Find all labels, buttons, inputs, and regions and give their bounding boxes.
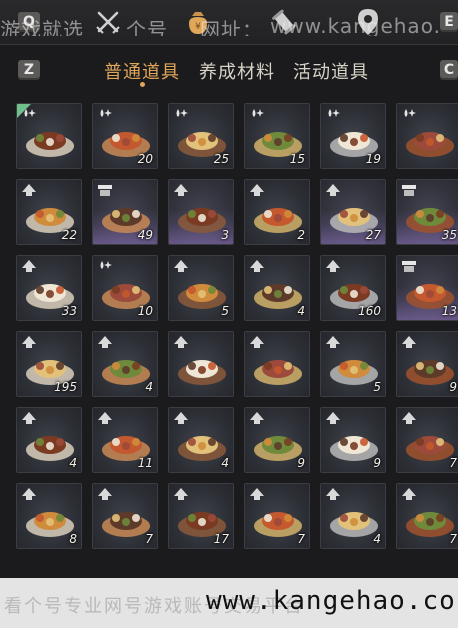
inventory-slot-clay-pot-stew[interactable]: 22 [16, 179, 82, 245]
item-count: 9 [297, 456, 305, 470]
inventory-slot-steamed-buns[interactable] [16, 103, 82, 169]
key-hint-e[interactable]: E [440, 12, 458, 32]
bottom-watermark-banner: 看个号专业网号游戏账号交易平台 www.kangehao.co [0, 578, 458, 628]
fried-balls-food-icon [254, 360, 302, 385]
item-count: 4 [221, 456, 229, 470]
active-tab-indicator [140, 82, 145, 87]
item-count: 49 [137, 228, 153, 242]
inventory-slot-fried-cakes[interactable]: 10 [92, 255, 158, 321]
inventory-slot-golden-bits[interactable]: 5 [168, 255, 234, 321]
item-count: 20 [137, 152, 153, 166]
inventory-slot-meatballs[interactable]: 33 [16, 255, 82, 321]
item-count: 27 [365, 228, 381, 242]
inventory-slot-stewed-pot[interactable]: 27 [320, 179, 386, 245]
inventory-slot-chili-soup[interactable]: 11 [92, 407, 158, 473]
inventory-slot-hot-pot[interactable]: 160 [320, 255, 386, 321]
item-count: 4 [145, 380, 153, 394]
top-watermark: 游戏就选 个号 网址： www.kangehao. [0, 14, 458, 36]
inventory-slot-braised-meat[interactable]: 49 [92, 179, 158, 245]
item-count: 11 [137, 456, 153, 470]
item-count: 2 [297, 228, 305, 242]
inventory-slot-pork-slices[interactable] [168, 331, 234, 397]
item-count: 15 [289, 152, 305, 166]
inventory-slot-pastry-plate[interactable]: 195 [16, 331, 82, 397]
tab-common-items[interactable]: 普通道具 [104, 58, 180, 84]
scroll-icon[interactable] [268, 6, 300, 38]
item-count: 7 [297, 532, 305, 546]
key-hint-z[interactable]: Z [18, 60, 40, 80]
svg-text:¥: ¥ [195, 22, 201, 32]
money-pouch-icon[interactable]: ¥ [182, 6, 214, 38]
inventory-slot-red-braised-pork[interactable]: 3 [168, 179, 234, 245]
item-count: 4 [373, 532, 381, 546]
map-pin-icon[interactable] [352, 6, 384, 38]
key-hint-c[interactable]: C [440, 60, 458, 80]
stir-fry-food-icon [406, 132, 454, 157]
inventory-slot-fish-soup[interactable]: 2 [244, 179, 310, 245]
category-tabs: Z 普通道具 养成材料 活动道具 C [0, 48, 458, 88]
inventory-slot-berry-dish[interactable]: 7 [244, 483, 310, 549]
inventory-slot-fried-balls[interactable] [244, 331, 310, 397]
pork-slices-food-icon [178, 360, 226, 385]
item-count: 4 [69, 456, 77, 470]
key-hint-q[interactable]: Q [18, 12, 40, 32]
item-count: 22 [61, 228, 77, 242]
inventory-slot-noodle-salad[interactable]: 5 [320, 331, 386, 397]
item-count: 33 [61, 304, 77, 318]
item-count: 17 [213, 532, 229, 546]
item-count: 13 [441, 304, 457, 318]
crossed-swords-icon[interactable] [92, 6, 124, 38]
inventory-slot-dumpling-tray[interactable]: 7 [396, 483, 458, 549]
inventory-slot-feast-platter[interactable]: 9 [320, 407, 386, 473]
inventory-slot-tofu-block[interactable]: 9 [396, 331, 458, 397]
inventory-slot-egg-dish[interactable]: 20 [92, 103, 158, 169]
inventory-slot-white-cake[interactable]: 9 [244, 407, 310, 473]
inventory-slot-green-slices[interactable]: 15 [244, 103, 310, 169]
item-count: 4 [297, 304, 305, 318]
inventory-slot-braised-bowl[interactable]: 35 [396, 179, 458, 245]
watermark-text-1: 游戏就选 [0, 18, 84, 36]
tab-event-items[interactable]: 活动道具 [293, 58, 369, 84]
inventory-slot-crispy-cakes[interactable]: 13 [396, 255, 458, 321]
inventory-slot-steamed-fish[interactable]: 8 [16, 483, 82, 549]
item-count: 25 [213, 152, 229, 166]
inventory-slot-sliced-beef[interactable]: 4 [92, 331, 158, 397]
item-count: 160 [358, 304, 381, 318]
inventory-slot-bun-bowl[interactable]: 17 [168, 483, 234, 549]
item-count: 9 [373, 456, 381, 470]
inventory-slot-stir-fry[interactable] [396, 103, 458, 169]
item-count: 195 [54, 380, 77, 394]
inventory-slot-roast-leg[interactable]: 4 [244, 255, 310, 321]
inventory-slot-noodle-bowl[interactable]: 7 [92, 483, 158, 549]
item-count: 35 [441, 228, 457, 242]
item-count: 10 [137, 304, 153, 318]
item-count: 8 [69, 532, 77, 546]
item-count: 7 [449, 456, 457, 470]
inventory-slot-vegetable-plate[interactable]: 4 [16, 407, 82, 473]
inventory-slot-wine-jar[interactable]: 4 [168, 407, 234, 473]
top-nav-bar: Q ¥ 游戏就选 个号 网址： www.kangehao. E [0, 0, 458, 45]
inventory-slot-sliced-meat[interactable]: 25 [168, 103, 234, 169]
inventory-slot-sausages[interactable]: 19 [320, 103, 386, 169]
item-count: 3 [221, 228, 229, 242]
item-count: 7 [145, 532, 153, 546]
steamed-buns-food-icon [26, 132, 74, 157]
tab-growth-materials[interactable]: 养成材料 [199, 58, 275, 84]
inventory-slot-ham-slices[interactable]: 4 [320, 483, 386, 549]
item-count: 19 [365, 152, 381, 166]
inventory-slot-layer-cake[interactable]: 7 [396, 407, 458, 473]
item-count: 5 [221, 304, 229, 318]
inventory-grid: 20 25 15 19 22 49 3 2 27 35 33 10 5 4 160 13 195 4 5 9 4 11 4 9… [16, 103, 458, 583]
item-count: 7 [449, 532, 457, 546]
item-count: 5 [373, 380, 381, 394]
item-count: 9 [449, 380, 457, 394]
bottom-watermark-url: www.kangehao.co [206, 586, 456, 616]
watermark-text-2: 个号 [126, 18, 168, 36]
